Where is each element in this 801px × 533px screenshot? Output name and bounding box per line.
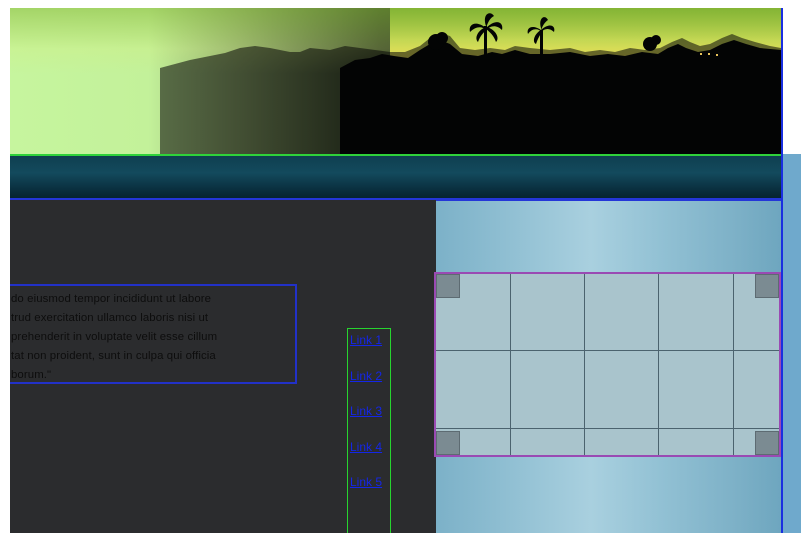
quote-line: tat non proident, sunt in culpa qui offi…	[11, 350, 216, 362]
page-edge-top	[783, 8, 801, 154]
grid-row-line	[436, 350, 779, 351]
quote-line: do eiusmod tempor incididunt ut labore	[11, 293, 212, 305]
quote-line: trud exercitation ullamco laboris nisi u…	[11, 312, 209, 324]
treeline-silhouette	[160, 13, 781, 154]
page-edge-bottom	[783, 154, 801, 533]
link-5[interactable]: Link 5	[350, 475, 382, 489]
link-4[interactable]: Link 4	[350, 440, 382, 454]
grid-row-line	[436, 428, 779, 429]
resize-handle-bottom-right[interactable]	[755, 431, 779, 455]
image-grid-widget[interactable]	[434, 272, 781, 457]
quote-line: prehenderit in voluptate velit esse cill…	[11, 331, 218, 343]
header-banner-image	[10, 8, 781, 154]
link-2[interactable]: Link 2	[350, 369, 382, 383]
page: do eiusmod tempor incididunt ut labore t…	[0, 0, 801, 533]
resize-handle-bottom-left[interactable]	[436, 431, 460, 455]
quote-line: borum."	[11, 369, 52, 381]
navigation-bar	[10, 156, 781, 198]
content-right-border	[781, 8, 783, 533]
link-3[interactable]: Link 3	[350, 404, 382, 418]
link-sidebar: Link 1 Link 2 Link 3 Link 4 Link 5	[347, 328, 391, 533]
link-1[interactable]: Link 1	[350, 333, 382, 347]
quote-box: do eiusmod tempor incididunt ut labore t…	[10, 284, 297, 384]
resize-handle-top-left[interactable]	[436, 274, 460, 298]
resize-handle-top-right[interactable]	[755, 274, 779, 298]
